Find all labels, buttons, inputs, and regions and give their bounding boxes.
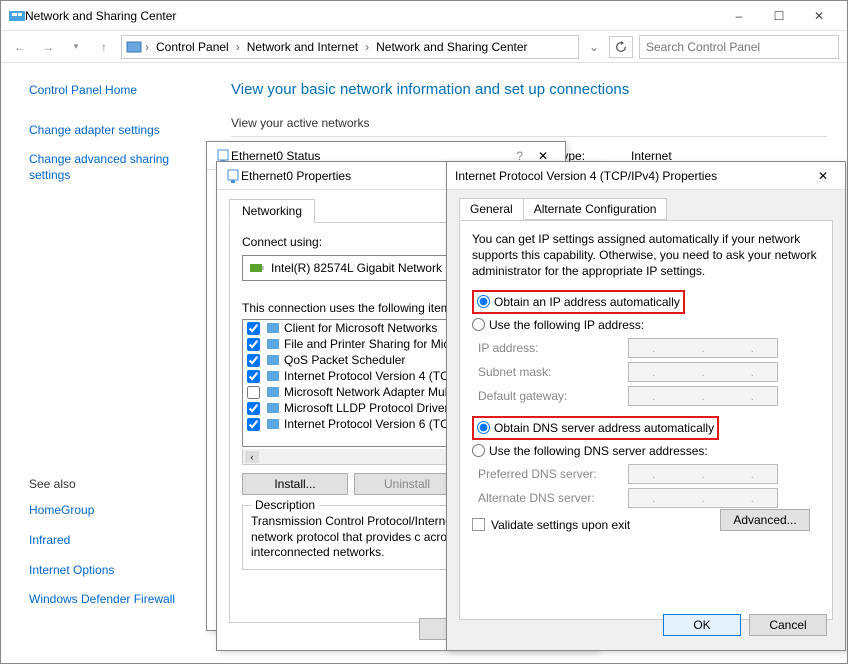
install-button[interactable]: Install...	[242, 473, 348, 495]
obtain-ip-auto-radio[interactable]	[477, 295, 490, 308]
seealso-link[interactable]: HomeGroup	[29, 503, 197, 519]
subnet-mask-field: ...	[628, 362, 778, 382]
ipv4-info-text: You can get IP settings assigned automat…	[472, 231, 820, 280]
see-also-label: See also	[29, 477, 197, 491]
preferred-dns-field: ...	[628, 464, 778, 484]
item-checkbox[interactable]	[247, 402, 260, 415]
component-icon	[266, 385, 280, 399]
item-label: Microsoft LLDP Protocol Driver	[284, 401, 449, 415]
item-checkbox[interactable]	[247, 338, 260, 351]
item-checkbox[interactable]	[247, 354, 260, 367]
seealso-link[interactable]: Infrared	[29, 533, 197, 549]
crumb[interactable]: Control Panel	[152, 40, 233, 54]
item-label: Client for Microsoft Networks	[284, 321, 437, 335]
network-center-icon	[9, 8, 25, 24]
validate-label: Validate settings upon exit	[491, 518, 630, 532]
use-static-ip-label: Use the following IP address:	[489, 318, 644, 332]
active-networks-label: View your active networks	[231, 116, 827, 130]
advanced-button[interactable]: Advanced...	[720, 509, 810, 531]
main-heading: View your basic network information and …	[231, 81, 827, 98]
component-icon	[266, 353, 280, 367]
refresh-icon	[615, 41, 627, 53]
ethernet-icon	[225, 168, 241, 184]
seealso-link[interactable]: Windows Defender Firewall	[29, 592, 197, 608]
control-panel-icon	[126, 39, 142, 55]
item-label: Internet Protocol Version 4 (TCP/IP	[284, 369, 471, 383]
validate-checkbox[interactable]	[472, 518, 485, 531]
general-tab[interactable]: General	[459, 198, 524, 220]
gateway-field: ...	[628, 386, 778, 406]
networking-tab[interactable]: Networking	[229, 199, 315, 223]
ipv4-ok-button[interactable]: OK	[663, 614, 741, 636]
use-static-dns-radio[interactable]	[472, 444, 485, 457]
preferred-dns-label: Preferred DNS server:	[478, 467, 628, 481]
window-titlebar: Network and Sharing Center – ☐ ✕	[1, 1, 847, 31]
breadcrumb[interactable]: › Control Panel› Network and Internet› N…	[121, 35, 579, 59]
item-label: Microsoft Network Adapter Multiple	[284, 385, 469, 399]
alternate-dns-label: Alternate DNS server:	[478, 491, 628, 505]
component-icon	[266, 321, 280, 335]
search-input[interactable]	[639, 35, 839, 59]
use-static-ip-radio[interactable]	[472, 318, 485, 331]
item-label: QoS Packet Scheduler	[284, 353, 405, 367]
crumb[interactable]: Network and Internet	[243, 40, 362, 54]
ipv4-window-title: Internet Protocol Version 4 (TCP/IPv4) P…	[455, 169, 809, 183]
recent-button[interactable]: ▾	[65, 36, 87, 58]
ipv4-cancel-button[interactable]: Cancel	[749, 614, 827, 636]
gateway-label: Default gateway:	[478, 389, 628, 403]
obtain-dns-auto-radio[interactable]	[477, 421, 490, 434]
up-button[interactable]: ↑	[93, 36, 115, 58]
item-checkbox[interactable]	[247, 322, 260, 335]
sidebar-link[interactable]: Change adapter settings	[29, 123, 197, 139]
component-icon	[266, 337, 280, 351]
alternate-dns-field: ...	[628, 488, 778, 508]
subnet-mask-label: Subnet mask:	[478, 365, 628, 379]
item-checkbox[interactable]	[247, 386, 260, 399]
uninstall-button: Uninstall	[354, 473, 460, 495]
ip-address-label: IP address:	[478, 341, 628, 355]
minimize-button[interactable]: –	[719, 2, 759, 30]
component-icon	[266, 401, 280, 415]
ipv4-close-button[interactable]: ✕	[809, 164, 837, 188]
seealso-link[interactable]: Internet Options	[29, 563, 197, 579]
sidebar-link[interactable]: Change advanced sharing settings	[29, 152, 197, 183]
close-button[interactable]: ✕	[799, 2, 839, 30]
adapter-name: Intel(R) 82574L Gigabit Network Conn	[271, 261, 474, 275]
highlight-auto-ip: Obtain an IP address automatically	[472, 290, 685, 314]
nav-toolbar: ← → ▾ ↑ › Control Panel› Network and Int…	[1, 31, 847, 63]
scroll-left-button[interactable]: ‹	[245, 451, 259, 463]
item-label: Internet Protocol Version 6 (TCP/IP	[284, 417, 471, 431]
component-icon	[266, 369, 280, 383]
nic-icon	[249, 260, 265, 276]
description-label: Description	[251, 498, 319, 512]
item-checkbox[interactable]	[247, 418, 260, 431]
ip-address-field: ...	[628, 338, 778, 358]
use-static-dns-label: Use the following DNS server addresses:	[489, 444, 708, 458]
alternate-config-tab[interactable]: Alternate Configuration	[523, 198, 668, 220]
window-title: Network and Sharing Center	[25, 9, 719, 23]
crumb[interactable]: Network and Sharing Center	[372, 40, 531, 54]
refresh-button[interactable]	[609, 36, 633, 58]
obtain-dns-auto-label: Obtain DNS server address automatically	[494, 421, 714, 435]
maximize-button[interactable]: ☐	[759, 2, 799, 30]
item-checkbox[interactable]	[247, 370, 260, 383]
highlight-auto-dns: Obtain DNS server address automatically	[472, 416, 719, 440]
back-button[interactable]: ←	[9, 36, 31, 58]
component-icon	[266, 417, 280, 431]
forward-button[interactable]: →	[37, 36, 59, 58]
ipv4-properties-window: Internet Protocol Version 4 (TCP/IPv4) P…	[446, 161, 846, 651]
control-panel-home-link[interactable]: Control Panel Home	[29, 83, 197, 99]
breadcrumb-dropdown[interactable]: ⌄	[585, 40, 603, 54]
sidebar: Control Panel Home Change adapter settin…	[1, 63, 211, 663]
obtain-ip-auto-label: Obtain an IP address automatically	[494, 295, 680, 309]
